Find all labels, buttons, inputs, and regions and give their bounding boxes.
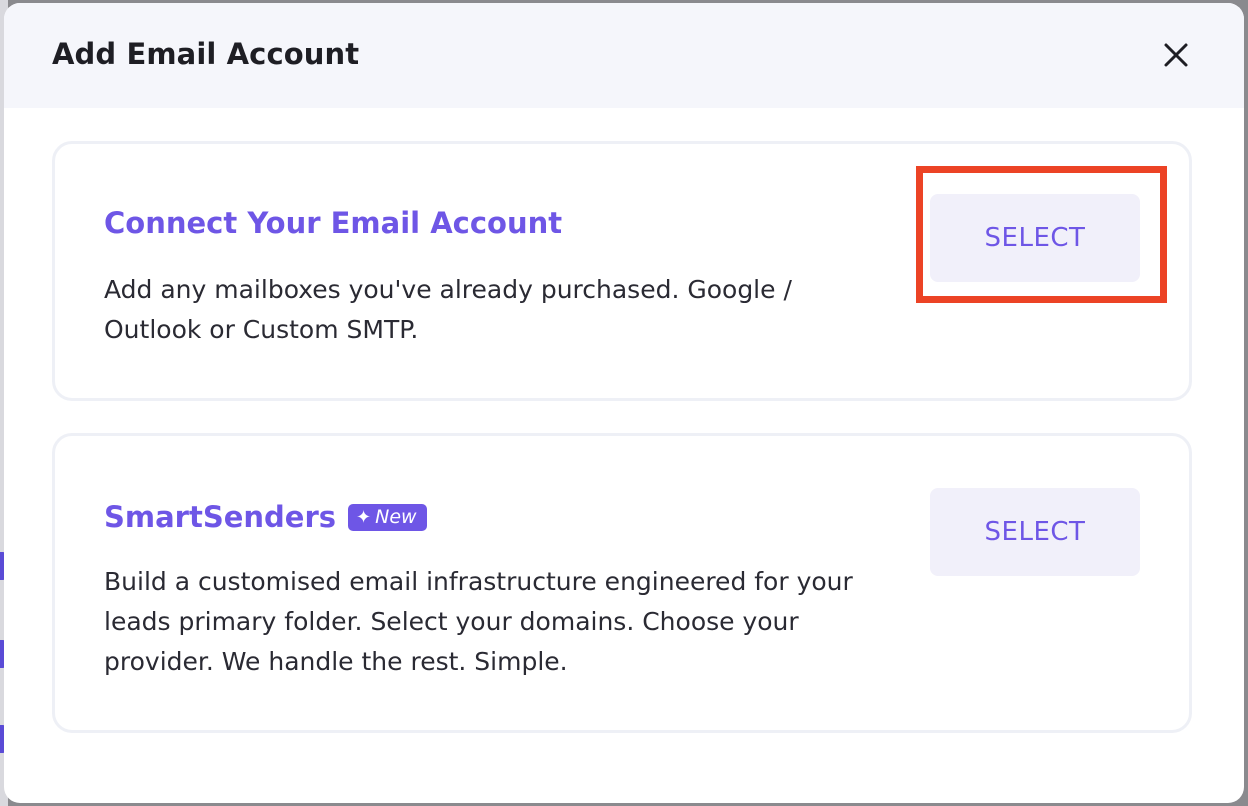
card-description: Add any mailboxes you've already purchas… [104,275,792,344]
option-card-smartsenders: SmartSenders ✦ New Build a customised em… [52,433,1192,733]
option-card-connect-email: Connect Your Email Account Add any mailb… [52,141,1192,401]
modal-title: Add Email Account [52,37,360,71]
card-title: SmartSenders [104,500,337,534]
close-icon [1164,43,1188,67]
card-title: Connect Your Email Account [104,206,563,240]
card-title-row: SmartSenders ✦ New [104,500,427,534]
badge-label: New [375,506,417,528]
add-email-account-modal: Add Email Account Connect Your Email Acc… [4,3,1244,803]
new-badge: ✦ New [348,503,427,531]
select-smartsenders-button[interactable]: SELECT [930,488,1140,576]
card-title-row: Connect Your Email Account [104,206,562,240]
close-button[interactable] [1156,35,1196,75]
select-connect-email-button[interactable]: SELECT [930,194,1140,282]
modal-header: Add Email Account [4,3,1244,108]
sparkle-icon: ✦ [356,506,372,528]
card-description: Build a customised email infrastructure … [104,567,853,676]
